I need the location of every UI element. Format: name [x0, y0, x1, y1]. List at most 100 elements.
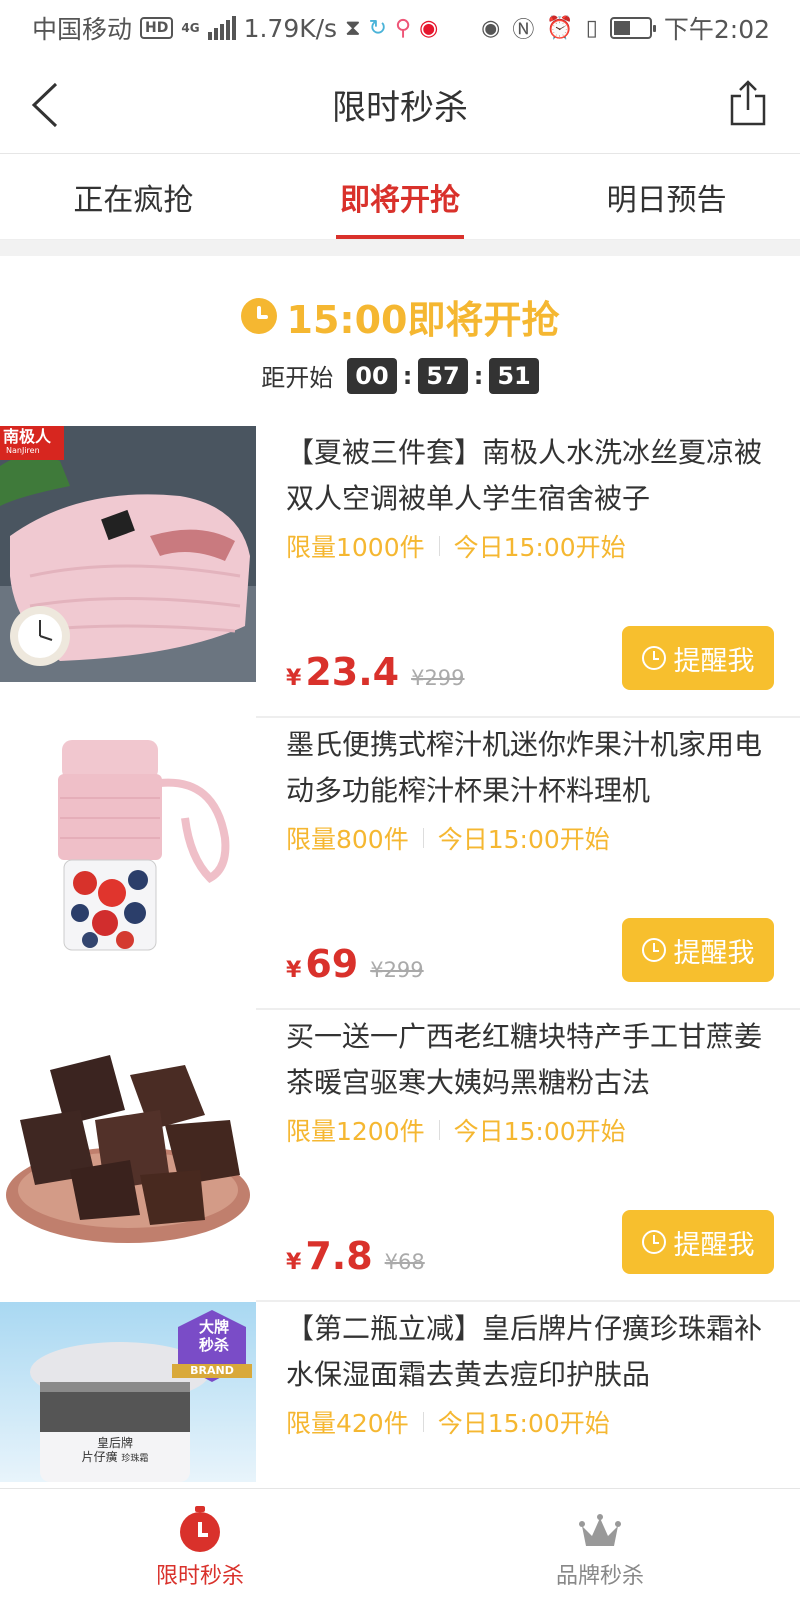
sync-icon: ↻: [368, 15, 387, 41]
sale-price-value: 69: [305, 942, 359, 986]
product-title[interactable]: 买一送一广西老红糖块特产手工甘蔗姜茶暖宫驱寒大姨妈黑糖粉古法: [286, 1014, 774, 1106]
meta-divider: [422, 828, 424, 848]
brand-badge-sub: NanJiren: [6, 446, 40, 455]
price-row: ¥69 ¥299: [286, 942, 424, 986]
sale-price: ¥69: [286, 942, 358, 986]
brand-badge: 南极人: [3, 427, 52, 446]
remind-me-label: 提醒我: [673, 937, 755, 969]
product-info: 【夏被三件套】南极人水洗冰丝夏凉被双人空调被单人学生宿舍被子 限量1000件 今…: [256, 426, 800, 718]
product-image[interactable]: [0, 718, 256, 974]
divider: [0, 240, 800, 256]
remind-me-button[interactable]: 提醒我: [622, 918, 774, 982]
product-limit: 限量1200件: [286, 1117, 425, 1146]
stopwatch-icon: [180, 1506, 220, 1552]
network-type-icon: 4G: [181, 21, 200, 35]
bottom-tab-flash-sale[interactable]: 限时秒杀: [0, 1489, 400, 1600]
product-meta: 限量800件 今日15:00开始: [286, 820, 774, 856]
vibrate-icon: ▯: [585, 15, 598, 41]
currency-symbol: ¥: [286, 666, 302, 691]
jar-label-line2-main: 片仔癀: [81, 1450, 118, 1464]
bottom-tab-bar: 限时秒杀 品牌秒杀: [0, 1488, 800, 1600]
clock-icon: [240, 298, 277, 334]
page-title: 限时秒杀: [332, 88, 468, 128]
clock-time: 下午2:02: [663, 15, 770, 44]
product-meta: 限量1200件 今日15:00开始: [286, 1112, 774, 1148]
remind-me-label: 提醒我: [673, 1229, 755, 1261]
network-speed: 1.79K/s: [243, 13, 338, 43]
tab-upcoming[interactable]: 即将开抢: [267, 154, 534, 239]
product-start: 今日15:00开始: [437, 1409, 610, 1438]
status-bar: 中国移动 HD 4G 1.79K/s ⧗ ↻ ⚲ ◉ ◉ Ⓝ ⏰ ▯ 下午2:0…: [0, 0, 800, 56]
jar-label-line2-sub: 珍珠霜: [121, 1454, 149, 1464]
alarm-clock-icon: ⏰: [546, 15, 574, 41]
product-item[interactable]: 墨氏便携式榨汁机迷你炸果汁机家用电动多功能榨汁杯果汁杯料理机 限量800件 今日…: [0, 718, 800, 1010]
remind-me-button[interactable]: 提醒我: [622, 626, 774, 690]
brand-flash-badge: 大牌 秒杀: [190, 1318, 238, 1354]
countdown-hours: 00: [347, 357, 397, 394]
hourglass-icon: ⧗: [345, 15, 361, 41]
product-meta: 限量420件 今日15:00开始: [286, 1404, 774, 1440]
meta-divider: [438, 536, 440, 556]
jar-label-line2: 片仔癀 珍珠霜: [40, 1450, 190, 1466]
crown-icon: [579, 1514, 621, 1546]
currency-symbol: ¥: [286, 958, 302, 983]
back-arrow-icon[interactable]: [28, 80, 68, 130]
product-limit: 限量1000件: [286, 533, 425, 562]
signal-icon: [207, 16, 236, 40]
sale-price-value: 7.8: [305, 1234, 373, 1278]
tab-tomorrow[interactable]: 明日预告: [533, 154, 800, 239]
currency-symbol: ¥: [286, 1250, 302, 1275]
session-title-row: 15:00即将开抢: [240, 289, 560, 344]
product-item[interactable]: 南极人 NanJiren 【夏被三件套】南极人水洗冰丝夏凉被双人空调被单人学生宿…: [0, 426, 800, 718]
product-limit: 限量420件: [286, 1409, 409, 1438]
session-title: 15:00即将开抢: [286, 297, 560, 342]
product-title[interactable]: 墨氏便携式榨汁机迷你炸果汁机家用电动多功能榨汁杯果汁杯料理机: [286, 722, 774, 814]
sale-price: ¥7.8: [286, 1234, 373, 1278]
countdown-colon: :: [473, 361, 484, 390]
meta-divider: [438, 1120, 440, 1140]
sale-price-value: 23.4: [305, 650, 400, 694]
countdown-seconds: 51: [489, 357, 539, 394]
map-pin-icon: ⚲: [394, 15, 412, 41]
weibo-icon: ◉: [419, 15, 439, 41]
product-start: 今日15:00开始: [453, 1117, 626, 1146]
carrier-label: 中国移动: [32, 15, 133, 44]
countdown: 距开始 00 : 57 : 51: [261, 357, 539, 394]
product-info: 买一送一广西老红糖块特产手工甘蔗姜茶暖宫驱寒大姨妈黑糖粉古法 限量1200件 今…: [256, 1010, 800, 1302]
battery-icon: [609, 17, 656, 39]
bottom-tab-label: 限时秒杀: [155, 1564, 244, 1589]
share-icon[interactable]: [728, 78, 768, 128]
remind-me-button[interactable]: 提醒我: [622, 1210, 774, 1274]
alarm-icon: [641, 938, 666, 962]
countdown-label: 距开始: [261, 364, 334, 392]
hd-icon: HD: [140, 17, 174, 39]
remind-me-label: 提醒我: [673, 645, 755, 677]
nfc-icon: Ⓝ: [512, 18, 535, 43]
original-price: ¥68: [384, 1250, 425, 1274]
original-price: ¥299: [370, 958, 424, 982]
product-start: 今日15:00开始: [437, 825, 610, 854]
bottom-tab-label: 品牌秒杀: [555, 1564, 644, 1589]
product-image[interactable]: 南极人 NanJiren: [0, 426, 256, 682]
jar-label-line1: 皇后牌: [96, 1436, 133, 1450]
product-limit: 限量800件: [286, 825, 409, 854]
product-image[interactable]: 大牌 秒杀 BRAND 皇后牌 片仔癀 珍珠霜: [0, 1302, 256, 1482]
price-row: ¥23.4 ¥299: [286, 650, 465, 694]
product-title[interactable]: 【第二瓶立减】皇后牌片仔癀珍珠霜补水保湿面霜去黄去痘印护肤品: [286, 1306, 774, 1398]
nav-bar: 限时秒杀: [0, 56, 800, 154]
original-price: ¥299: [411, 666, 465, 690]
product-image[interactable]: [0, 1010, 256, 1266]
alarm-icon: [641, 646, 666, 670]
bottom-tab-brand-sale[interactable]: 品牌秒杀: [400, 1489, 800, 1600]
eye-icon: ◉: [481, 15, 501, 41]
brand-badge-line2: 秒杀: [198, 1336, 229, 1354]
product-meta: 限量1000件 今日15:00开始: [286, 528, 774, 564]
tab-ongoing[interactable]: 正在疯抢: [0, 154, 267, 239]
countdown-colon: :: [402, 361, 413, 390]
product-item[interactable]: 买一送一广西老红糖块特产手工甘蔗姜茶暖宫驱寒大姨妈黑糖粉古法 限量1200件 今…: [0, 1010, 800, 1302]
jar-label: 皇后牌 片仔癀 珍珠霜: [40, 1436, 190, 1466]
session-header: 15:00即将开抢 距开始 00 : 57 : 51: [0, 256, 800, 426]
alarm-icon: [641, 1230, 666, 1254]
product-title[interactable]: 【夏被三件套】南极人水洗冰丝夏凉被双人空调被单人学生宿舍被子: [286, 430, 774, 522]
product-list: 南极人 NanJiren 【夏被三件套】南极人水洗冰丝夏凉被双人空调被单人学生宿…: [0, 426, 800, 1594]
